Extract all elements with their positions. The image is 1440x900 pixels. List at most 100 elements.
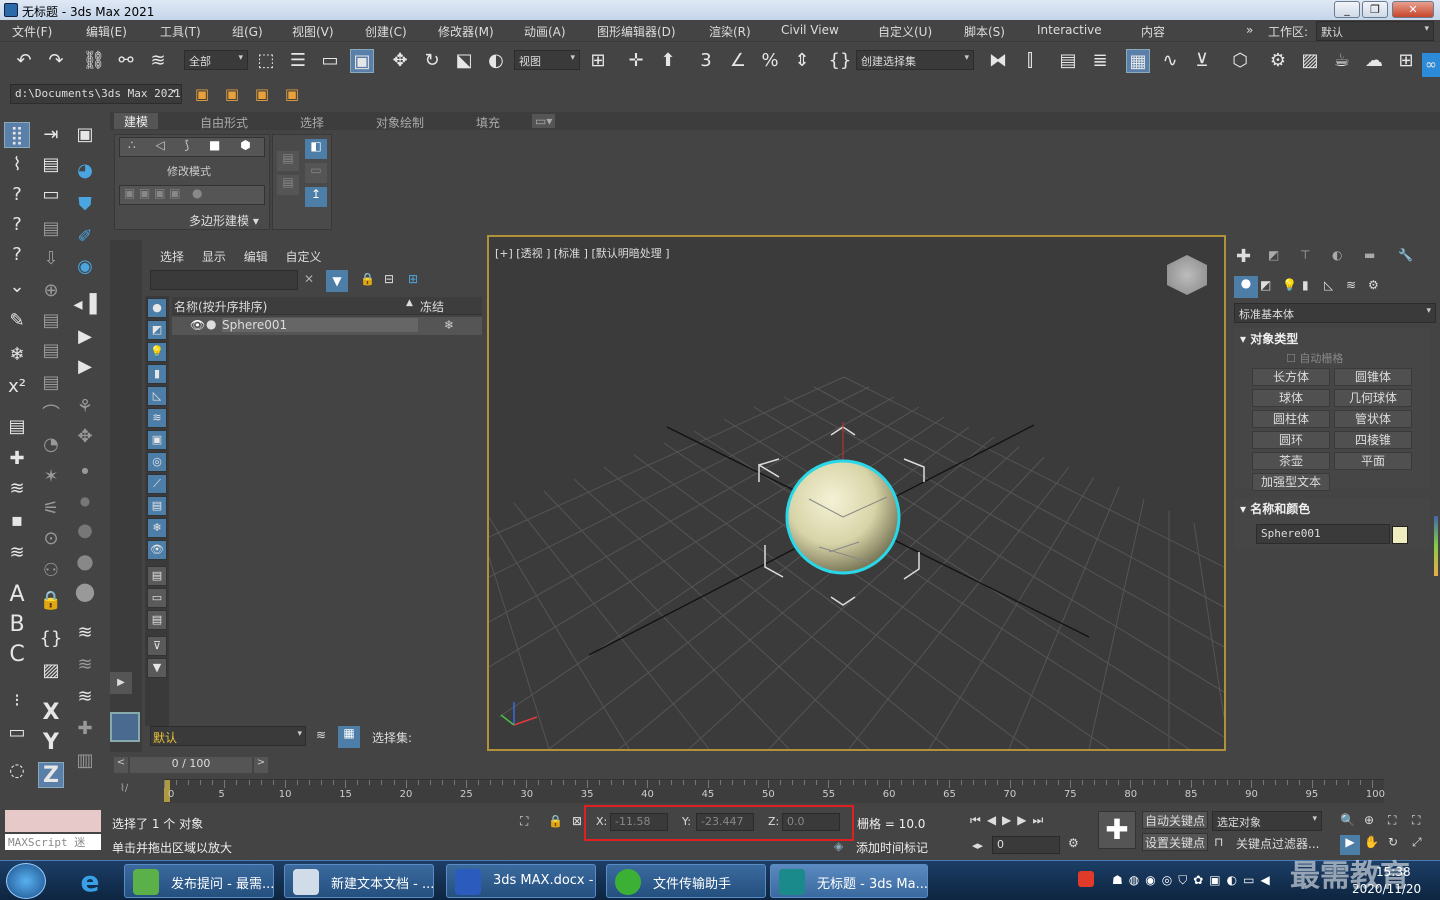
border-icon[interactable]: ⟆ <box>185 138 190 152</box>
expand-panel-icon[interactable]: ▶ <box>110 672 132 694</box>
link-icon[interactable]: ⛓ <box>82 49 106 73</box>
tab-selection[interactable]: 选择 <box>300 114 324 131</box>
prev-key-icon[interactable]: ◀ <box>987 813 1002 827</box>
task-item-notepad[interactable]: 新建文本文档 - ... <box>284 864 434 898</box>
task-item-browser[interactable]: 发布提问 - 最需... <box>124 864 274 898</box>
layer-dropdown[interactable]: 默认 ▾ <box>150 726 306 746</box>
stack4-icon[interactable]: ≋ <box>72 684 98 710</box>
select-grid-icon[interactable]: ⣿ <box>4 122 30 148</box>
tab-modeling[interactable]: 建模 <box>114 113 159 129</box>
add-time-tag[interactable]: 添加时间标记 <box>856 839 928 856</box>
create-tab-icon[interactable]: ✚ <box>1236 246 1251 267</box>
stack3-icon[interactable]: ≋ <box>72 652 98 678</box>
ie-icon[interactable]: e <box>70 865 110 898</box>
scene-menu-select[interactable]: 选择 <box>160 250 184 264</box>
panel-scrollbar[interactable] <box>1434 516 1438 576</box>
menu-scripting[interactable]: 脚本(S) <box>964 23 1005 40</box>
cameras-filter-icon[interactable]: ▮ <box>147 364 167 384</box>
prev-frame-button[interactable]: < <box>114 757 128 773</box>
tool-e-icon[interactable]: ↥ <box>305 187 327 207</box>
utilities-tab-icon[interactable]: 🔧 <box>1398 248 1413 262</box>
layers2-icon[interactable]: ≋ <box>4 540 30 566</box>
clock-date[interactable]: 2020/11/20 <box>1352 882 1421 896</box>
category-dropdown[interactable]: 标准基本体 <box>1234 303 1436 323</box>
list-all-icon[interactable]: ▤ <box>147 566 167 586</box>
edit-named-sel-icon[interactable]: {} <box>828 49 852 73</box>
task-item-wechat[interactable]: 文件传输助手 <box>606 864 766 898</box>
curve-toggle-icon[interactable]: ⌇∕ <box>120 783 128 794</box>
explorer-mode-icon[interactable]: ▦ <box>338 726 360 748</box>
auto-grid-checkbox[interactable]: ☐ 自动栅格 <box>1286 350 1343 366</box>
render-setup-icon[interactable]: ⚙ <box>1266 49 1290 73</box>
hierarchy-tab-icon[interactable]: ⊤ <box>1300 248 1310 262</box>
vertex-icon[interactable]: ∴ <box>128 138 136 152</box>
ruler-icon[interactable]: ▭ <box>4 720 30 746</box>
systems-icon[interactable]: ⚙ <box>1368 278 1379 292</box>
x-coordinate-field[interactable]: -11.58 <box>610 813 668 831</box>
cylinder-button[interactable]: 圆柱体 <box>1252 410 1330 428</box>
funnel2-filter-icon[interactable]: ▼ <box>147 658 167 678</box>
freeze-cell-icon[interactable]: ❄ <box>444 318 454 332</box>
object-type-header[interactable]: ▾ 对象类型 <box>1240 330 1298 347</box>
freeze-icon[interactable]: ❄ <box>4 342 30 368</box>
layers-toggle-icon[interactable]: ≋ <box>316 728 326 742</box>
lights-filter-icon[interactable]: 💡 <box>147 342 167 362</box>
set-key-icon[interactable]: ✚ <box>1098 811 1136 849</box>
disabled-tool5-icon[interactable]: ▤ <box>38 338 64 364</box>
letter-b-icon[interactable]: B <box>4 612 30 638</box>
zoom-all-icon[interactable]: ⊕ <box>1364 813 1374 827</box>
list-invert-icon[interactable]: ▤ <box>147 610 167 630</box>
zoom-extents-all-icon[interactable]: ⛶ <box>1412 813 1420 828</box>
stack2-icon[interactable]: ≋ <box>72 620 98 646</box>
frame-counter[interactable]: 0 / 100 <box>130 757 252 773</box>
disabled-tool2-icon[interactable]: ⇩ <box>38 246 64 272</box>
helpers-icon[interactable]: ◺ <box>1324 278 1333 292</box>
add-layer-icon[interactable]: ✚ <box>4 446 30 472</box>
cameras-icon[interactable]: ▮ <box>1302 278 1309 292</box>
scale-icon[interactable]: ⬕ <box>452 49 476 73</box>
delete-icon[interactable]: ▥ <box>72 748 98 774</box>
tray-shield-icon[interactable]: ⛉ <box>1178 873 1193 887</box>
cone-button[interactable]: 圆锥体 <box>1334 368 1412 386</box>
scene-explorer-icon[interactable]: ▦ <box>1126 49 1150 73</box>
menu-graph-editors[interactable]: 图形编辑器(D) <box>597 23 676 40</box>
hidden-filter-icon[interactable]: 👁 <box>147 540 167 560</box>
tool-d-icon[interactable]: ▭ <box>305 163 327 183</box>
pivot-icon[interactable]: ⊞ <box>586 49 610 73</box>
disabled-tool4-icon[interactable]: ▤ <box>38 308 64 334</box>
braces-icon[interactable]: {} <box>38 626 64 652</box>
torus-button[interactable]: 圆环 <box>1252 431 1330 449</box>
play2-tool-icon[interactable]: ▶ <box>72 354 98 380</box>
groups-filter-icon[interactable]: ▣ <box>147 430 167 450</box>
ribbon-options-icon[interactable]: ▭▾ <box>532 114 556 128</box>
angle-snap-icon[interactable]: ∠ <box>726 49 750 73</box>
tray-weibo-icon[interactable]: ◎ <box>1162 873 1178 887</box>
selected-object-dropdown[interactable]: 选定对象 <box>1212 811 1322 831</box>
filter-icon[interactable]: ▼ <box>326 270 348 292</box>
tool-a-icon[interactable]: ▤ <box>277 151 299 171</box>
task-item-word[interactable]: 3ds MAX.docx - ... <box>446 864 596 898</box>
select-lasso-icon[interactable]: ⌇ <box>4 152 30 178</box>
question-tool3-icon[interactable]: ? <box>4 242 30 268</box>
zoom-extents-icon[interactable]: ⛶ <box>1388 813 1396 828</box>
workspace-dropdown[interactable]: 默认 <box>1316 21 1434 41</box>
percent-snap-icon[interactable]: % <box>758 49 782 73</box>
shapes-filter-icon[interactable]: ◩ <box>147 320 167 340</box>
move-tool-icon[interactable]: ✥ <box>72 424 98 450</box>
disabled-tool7-icon[interactable]: ⌒ <box>38 402 64 428</box>
menu-animation[interactable]: 动画(A) <box>524 23 566 40</box>
tool-c-icon[interactable]: ◧ <box>305 139 327 159</box>
start-button-icon[interactable] <box>6 863 46 899</box>
menu-civil-view[interactable]: Civil View <box>781 23 839 37</box>
maxscript-input[interactable]: MAXScript 迷 <box>5 834 101 850</box>
text-plus-button[interactable]: 加强型文本 <box>1252 473 1330 491</box>
hierarchy-icon[interactable]: ⊟ <box>384 272 394 286</box>
layer-explorer-icon[interactable]: ▤ <box>1056 49 1080 73</box>
question-tool-icon[interactable]: ? <box>4 182 30 208</box>
current-frame-field[interactable]: 0 <box>992 836 1060 854</box>
unlink-icon[interactable]: ⚯ <box>114 49 138 73</box>
object-name-input[interactable]: Sphere001 <box>1256 524 1390 544</box>
project-new-icon[interactable]: ▣ <box>250 82 274 106</box>
poly-modeling-label[interactable]: 多边形建模 ▾ <box>189 212 259 229</box>
shapes-icon[interactable]: ◩ <box>1260 278 1271 292</box>
